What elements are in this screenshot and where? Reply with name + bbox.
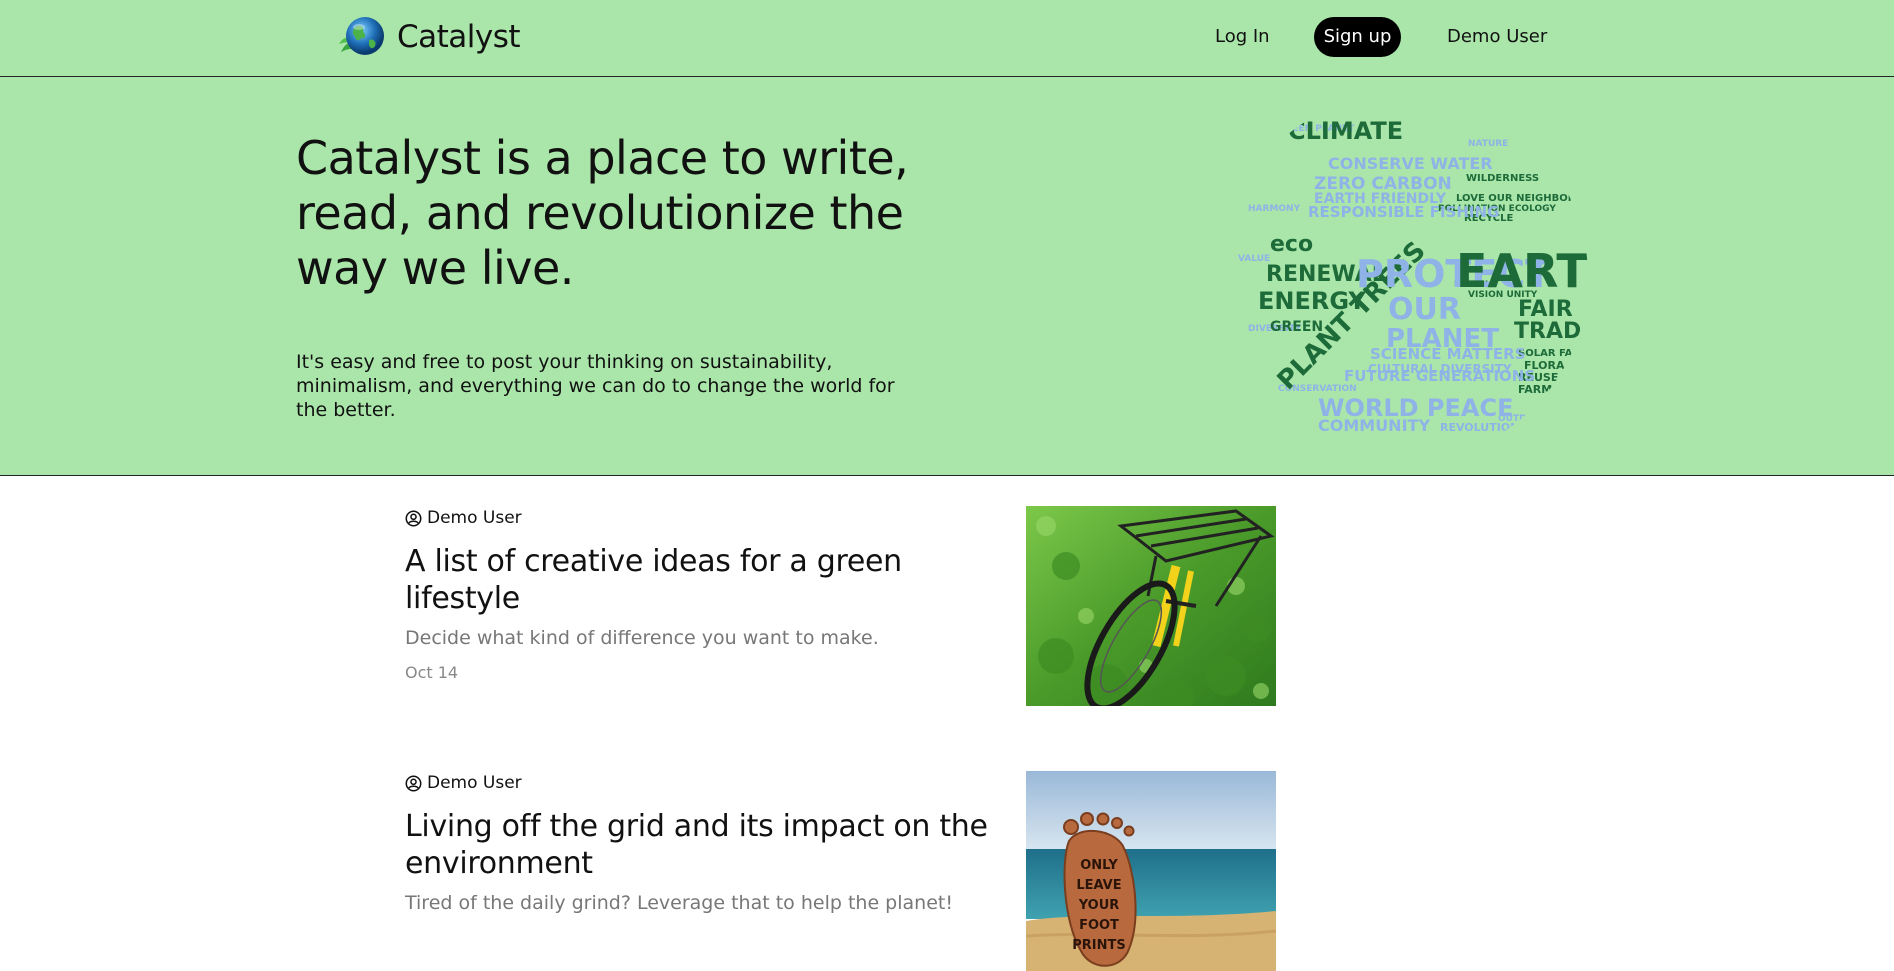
svg-text:OUR: OUR: [1388, 292, 1461, 327]
svg-text:CLIMATE: CLIMATE: [1288, 117, 1403, 145]
svg-text:RESPONSIBLE FISHING: RESPONSIBLE FISHING: [1308, 203, 1499, 221]
post-thumbnail-bicycle[interactable]: [1026, 506, 1276, 706]
top-navbar: Catalyst Log In Sign up Demo User: [0, 0, 1894, 77]
post-author-name: Demo User: [427, 508, 522, 528]
svg-text:eco: eco: [1270, 232, 1313, 257]
post-card[interactable]: Demo User Living off the grid and its im…: [405, 771, 1276, 971]
svg-text:PLANET: PLANET: [1386, 324, 1499, 354]
signup-button[interactable]: Sign up: [1314, 17, 1401, 57]
svg-text:EARTH: EARTH: [1456, 244, 1590, 298]
user-circle-icon: [405, 775, 422, 791]
svg-text:CONSERVE WATER: CONSERVE WATER: [1328, 154, 1493, 173]
hero-section: Catalyst is a place to write, read, and …: [0, 77, 1894, 476]
login-link[interactable]: Log In: [1215, 17, 1270, 57]
user-circle-icon: [405, 510, 422, 526]
svg-text:YOUR: YOUR: [1078, 898, 1120, 913]
svg-text:WORLD PEACE: WORLD PEACE: [1318, 394, 1514, 422]
svg-text:LEAVE: LEAVE: [1076, 878, 1121, 893]
svg-text:REVOLUTION: REVOLUTION: [1440, 421, 1519, 434]
svg-text:FOOT: FOOT: [1079, 918, 1119, 933]
svg-text:CULTURAL DIVERSITY: CULTURAL DIVERSITY: [1368, 362, 1512, 376]
hero-title: Catalyst is a place to write, read, and …: [296, 131, 909, 295]
svg-text:ONLY: ONLY: [1080, 858, 1118, 873]
globe-leaf-icon: [339, 17, 384, 55]
svg-text:SOLAR FARMS: SOLAR FARMS: [1518, 348, 1590, 359]
svg-text:NATURE: NATURE: [1468, 139, 1508, 149]
post-title[interactable]: Living off the grid and its impact on th…: [405, 808, 1005, 882]
svg-text:HARMONY: HARMONY: [1248, 204, 1301, 214]
svg-text:WILDERNESS: WILDERNESS: [1466, 173, 1539, 184]
earth-word-cloud-image: GREEN PLANET NATURE HARMONY VALUE DIVERS…: [1220, 93, 1590, 461]
footprint-sign-beach-image: ONLY LEAVE YOUR FOOT PRINTS: [1026, 771, 1276, 971]
demo-user-link[interactable]: Demo User: [1447, 17, 1547, 57]
bicycle-in-grass-image: [1026, 506, 1276, 706]
post-title[interactable]: A list of creative ideas for a green lif…: [405, 543, 1005, 617]
brand-home-link[interactable]: Catalyst: [337, 12, 521, 62]
post-thumbnail-beach-sign[interactable]: ONLY LEAVE YOUR FOOT PRINTS: [1026, 771, 1276, 971]
hero-subtitle: It's easy and free to post your thinking…: [296, 351, 895, 421]
post-author-name: Demo User: [427, 773, 522, 793]
brand-name: Catalyst: [397, 19, 521, 55]
svg-text:TRADE: TRADE: [1514, 319, 1590, 344]
svg-text:PRINTS: PRINTS: [1072, 938, 1126, 953]
post-card[interactable]: Demo User A list of creative ideas for a…: [405, 506, 1276, 706]
